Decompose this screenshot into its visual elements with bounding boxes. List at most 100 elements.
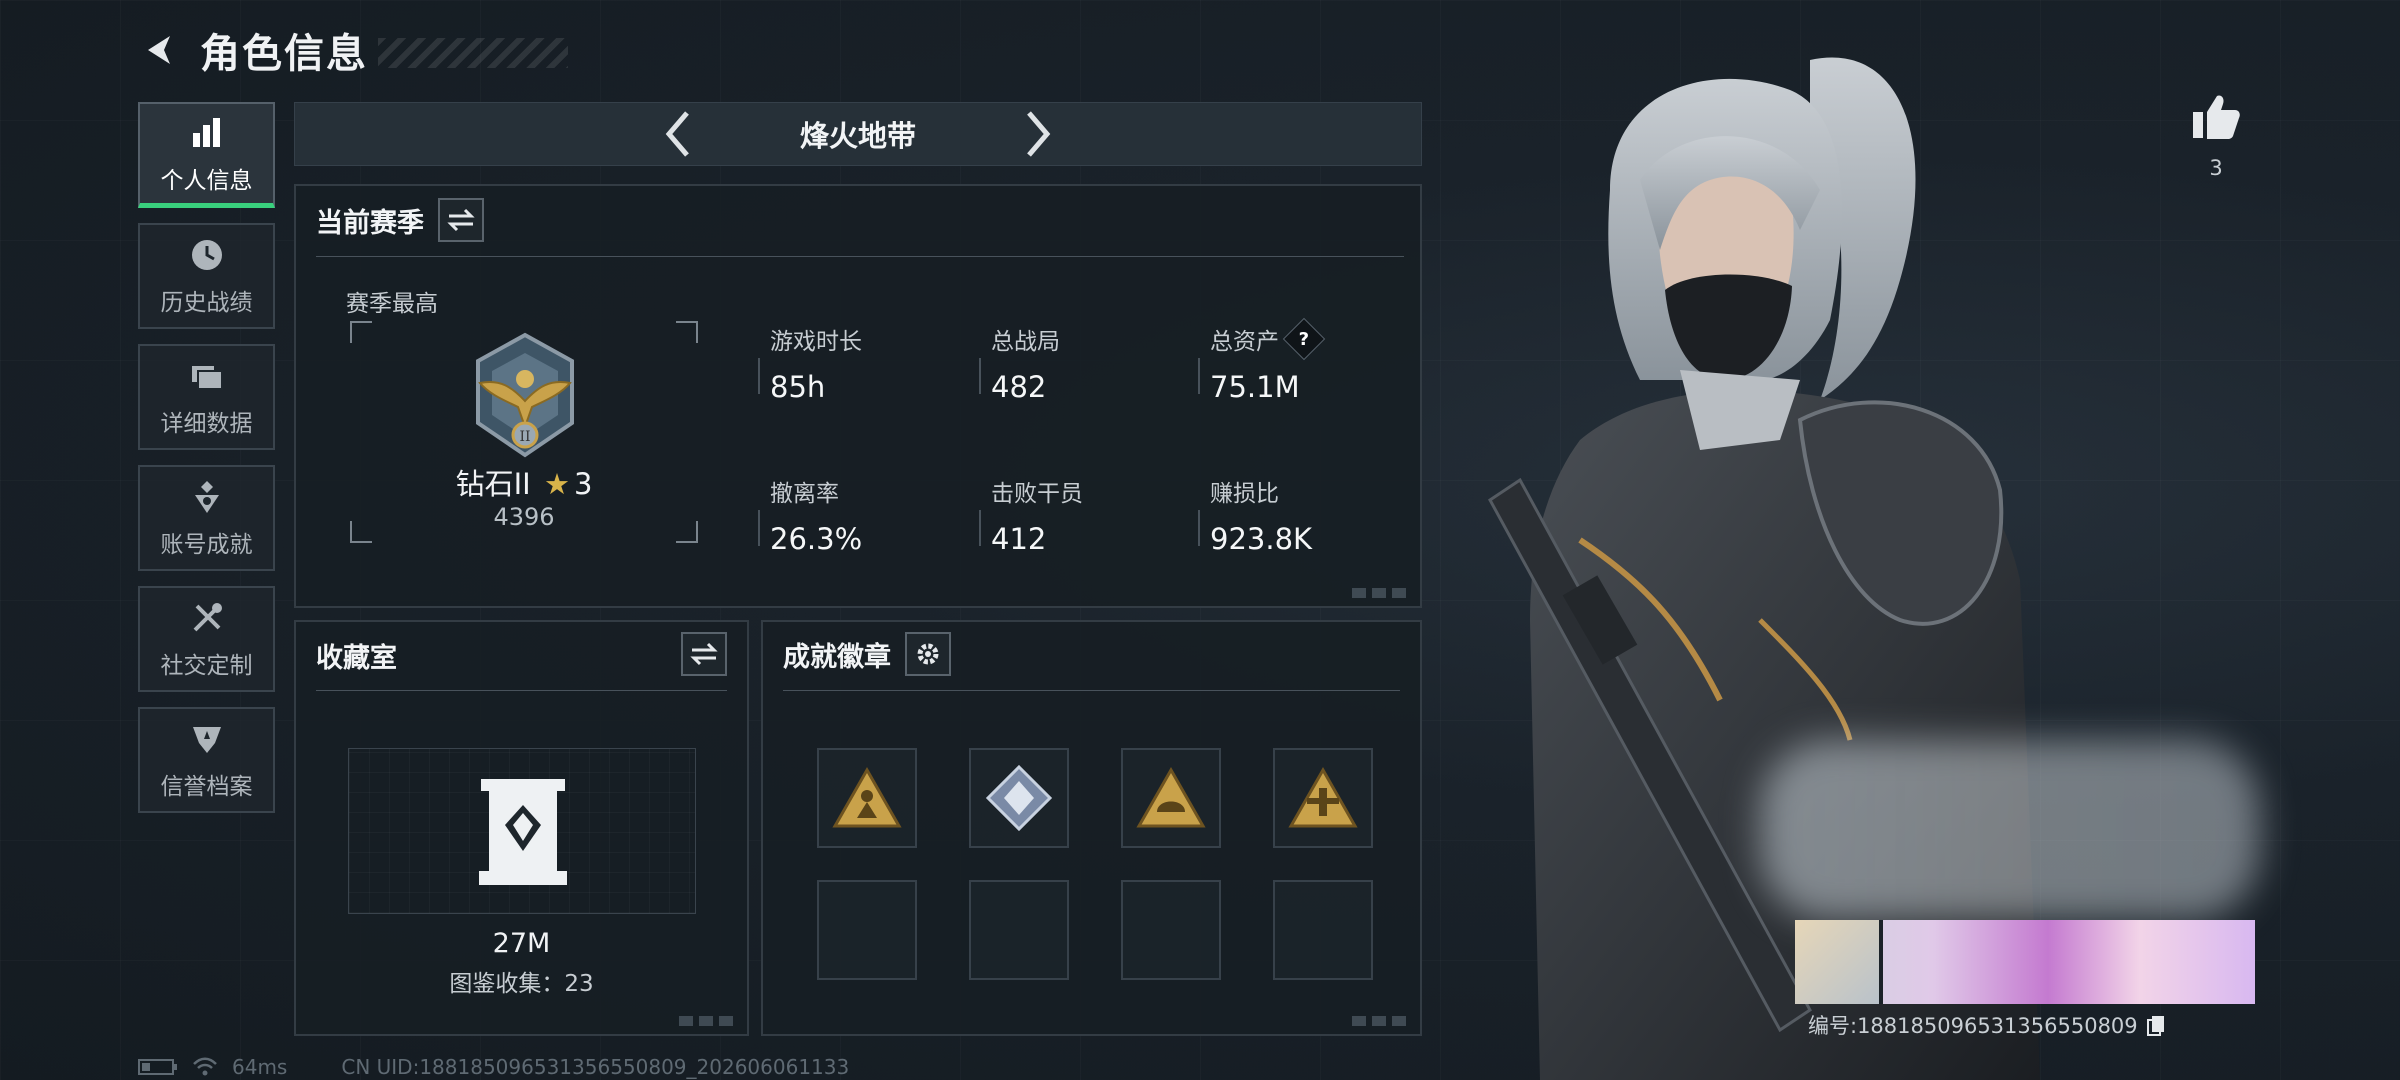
stat-value: 85h bbox=[770, 370, 826, 404]
like-section: 3 bbox=[2186, 92, 2246, 180]
badge-slot-empty[interactable] bbox=[817, 880, 917, 980]
stat-label: 击败干员 bbox=[991, 481, 1083, 507]
stat-total-assets: 总资产 ? 75.1M bbox=[1198, 317, 1326, 404]
helmet-badge-icon bbox=[1136, 766, 1206, 828]
rank-stars: 3 bbox=[573, 467, 593, 501]
back-arrow-icon bbox=[148, 36, 170, 64]
status-footer: 64ms CN UID:18818509653135655080​9_20260… bbox=[138, 1055, 849, 1079]
rank-name-row: 钻石II ★ 3 bbox=[350, 461, 698, 503]
season-title: 当前赛季 bbox=[316, 207, 424, 239]
stat-label: 撤离率 bbox=[770, 481, 839, 507]
back-button[interactable] bbox=[138, 28, 182, 72]
svg-text:II: II bbox=[519, 429, 530, 445]
stat-extraction-rate: 撤离率 26.3% bbox=[757, 474, 863, 556]
uid-text: CN UID:18818509653135655080​9_2026060611… bbox=[341, 1055, 850, 1079]
stat-value: 26.3% bbox=[770, 522, 863, 556]
nav-item-detailed-data[interactable]: 详细数据 bbox=[138, 344, 275, 450]
stat-profit-loss-ratio: 赚损比 923.8K bbox=[1197, 474, 1313, 556]
tools-icon bbox=[187, 598, 227, 638]
swap-icon bbox=[690, 642, 718, 666]
nav-item-social-custom[interactable]: 社交定制 bbox=[138, 586, 275, 692]
bar-chart-icon bbox=[187, 113, 227, 153]
divider bbox=[316, 256, 1404, 257]
badge-slot[interactable] bbox=[817, 748, 917, 848]
nav-item-achievements[interactable]: 账号成就 bbox=[138, 465, 275, 571]
next-mode-button[interactable] bbox=[1008, 104, 1068, 164]
player-id: 编号:18818509653135655080​9 bbox=[1808, 1014, 2138, 1038]
stat-play-time: 游戏时长 85h bbox=[758, 322, 862, 404]
badge-slot-empty[interactable] bbox=[969, 880, 1069, 980]
season-swap-button[interactable] bbox=[438, 198, 484, 242]
chevron-left-icon bbox=[665, 111, 689, 157]
nav-label: 社交定制 bbox=[160, 653, 253, 679]
gear-icon bbox=[917, 643, 939, 665]
rank-emblem-icon: II bbox=[476, 332, 574, 458]
collection-swap-button[interactable] bbox=[681, 632, 727, 676]
rank-name: 钻石II bbox=[455, 467, 531, 501]
folder-icon bbox=[187, 356, 227, 396]
nav-label: 历史战绩 bbox=[160, 290, 253, 316]
mode-selector: 烽火地带 bbox=[294, 102, 1422, 166]
stat-label: 总战局 bbox=[991, 329, 1060, 355]
nav-label: 详细数据 bbox=[160, 411, 253, 437]
page-title: 角色信息 bbox=[200, 31, 368, 77]
panel-corner-decoration bbox=[679, 1016, 739, 1026]
name-card-thumbnail bbox=[1795, 920, 1883, 1004]
badge-slot[interactable] bbox=[1273, 748, 1373, 848]
trophy-icon bbox=[187, 477, 227, 517]
stat-value: 923.8K bbox=[1210, 522, 1313, 556]
mode-title: 烽火地带 bbox=[799, 119, 916, 153]
badge-slot-empty[interactable] bbox=[1121, 880, 1221, 980]
page-header: 角色信息 bbox=[138, 22, 568, 78]
divider bbox=[783, 690, 1400, 691]
nav-item-credit-record[interactable]: 信誉档案 bbox=[138, 707, 275, 813]
wifi-icon bbox=[193, 1057, 217, 1076]
prev-mode-button[interactable] bbox=[648, 104, 708, 164]
thumbs-up-icon[interactable] bbox=[2191, 92, 2241, 140]
collection-preview[interactable] bbox=[348, 748, 696, 914]
badge-slot[interactable] bbox=[1121, 748, 1221, 848]
badges-panel: 成就徽章 bbox=[761, 620, 1422, 1036]
season-best-label: 赛季最高 bbox=[346, 291, 438, 317]
rank-frame: II 钻石II ★ 3 4396 bbox=[350, 321, 698, 543]
chevron-right-icon bbox=[1027, 111, 1051, 157]
battery-icon bbox=[138, 1059, 177, 1075]
soldier-badge-icon bbox=[832, 766, 902, 828]
diamond-badge-icon bbox=[985, 764, 1053, 832]
badges-settings-button[interactable] bbox=[905, 632, 951, 676]
obscured-region bbox=[1760, 740, 2260, 920]
player-id-row: 编号:18818509653135655080​9 bbox=[1808, 1010, 2166, 1040]
help-icon[interactable]: ? bbox=[1282, 317, 1326, 361]
stat-label: 游戏时长 bbox=[770, 329, 862, 355]
stat-label: 总资产 bbox=[1210, 329, 1279, 355]
nav-label: 账号成就 bbox=[160, 532, 253, 558]
star-icon: ★ bbox=[543, 467, 570, 501]
badge-slot-empty[interactable] bbox=[1273, 880, 1373, 980]
badge-slot[interactable] bbox=[969, 748, 1069, 848]
collection-count: 图鉴收集：23 bbox=[449, 971, 594, 997]
rank-score: 4396 bbox=[493, 503, 555, 531]
collection-title: 收藏室 bbox=[316, 643, 397, 674]
plane-badge-icon bbox=[1288, 766, 1358, 828]
title-decoration bbox=[378, 38, 568, 68]
like-count: 3 bbox=[2209, 156, 2223, 180]
nav-label: 个人信息 bbox=[160, 167, 253, 194]
copy-icon[interactable] bbox=[2146, 1014, 2166, 1036]
display-case-icon bbox=[479, 779, 567, 885]
stat-total-matches: 总战局 482 bbox=[979, 322, 1060, 404]
nav-item-history[interactable]: 历史战绩 bbox=[138, 223, 275, 329]
side-nav: 个人信息 历史战绩 详细数据 账号成就 社交定制 信誉档案 bbox=[138, 102, 276, 828]
stat-label: 赚损比 bbox=[1210, 481, 1279, 507]
badges-title: 成就徽章 bbox=[783, 641, 891, 673]
ping-value: 64ms bbox=[232, 1055, 288, 1079]
stat-value: 412 bbox=[991, 522, 1047, 556]
stat-operators-defeated: 击败干员 412 bbox=[979, 474, 1083, 556]
clock-icon bbox=[187, 235, 227, 275]
nav-label: 信誉档案 bbox=[160, 774, 253, 800]
swap-icon bbox=[447, 208, 475, 232]
stat-value: 75.1M bbox=[1210, 370, 1300, 404]
stat-value: 482 bbox=[991, 370, 1047, 404]
collection-value: 27M bbox=[492, 928, 551, 959]
nav-item-personal-info[interactable]: 个人信息 bbox=[138, 102, 275, 208]
divider bbox=[316, 690, 727, 691]
